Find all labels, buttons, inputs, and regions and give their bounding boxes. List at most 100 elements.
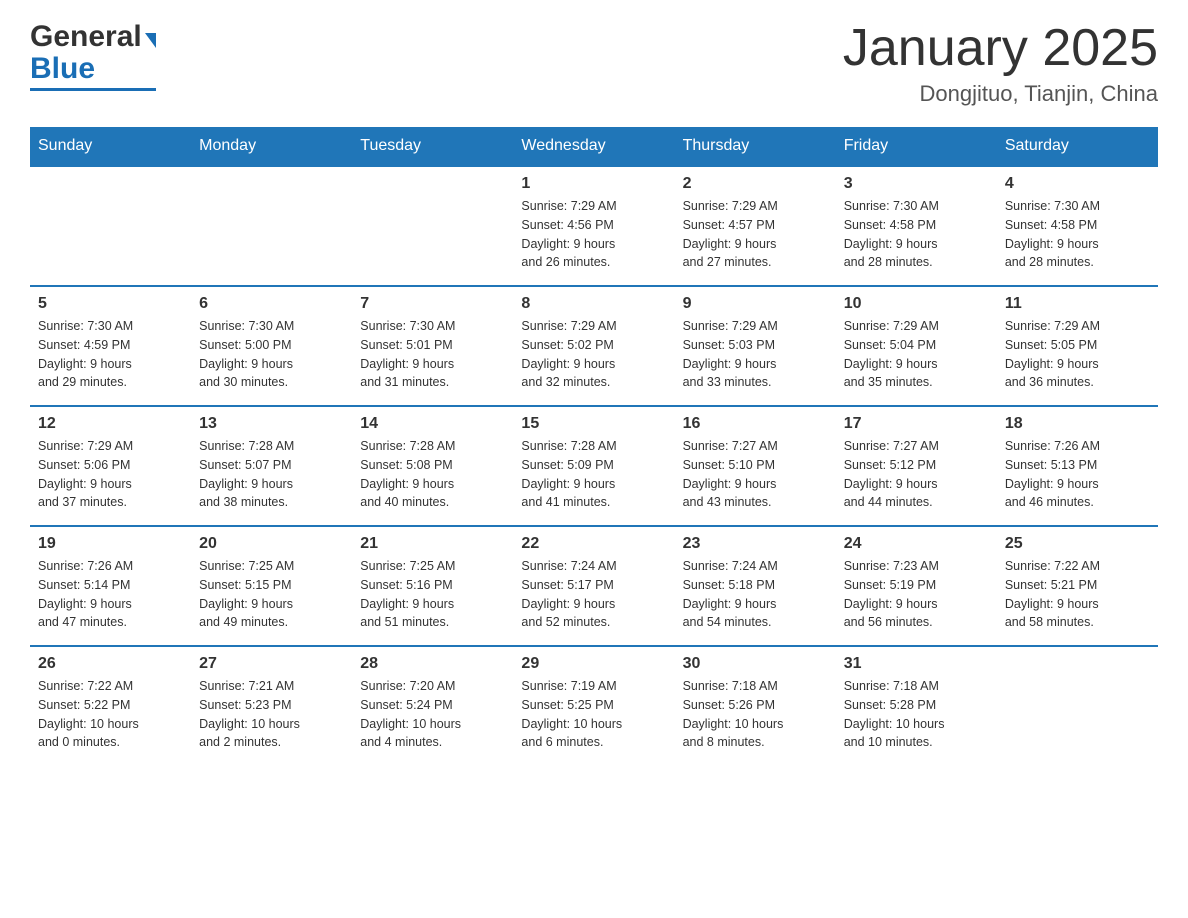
day-info: Sunrise: 7:21 AM Sunset: 5:23 PM Dayligh… (199, 677, 344, 752)
day-number: 9 (683, 295, 828, 313)
header-day-sunday: Sunday (30, 127, 191, 166)
calendar-cell (997, 646, 1158, 766)
calendar-cell: 4Sunrise: 7:30 AM Sunset: 4:58 PM Daylig… (997, 166, 1158, 286)
logo-blue-text: Blue (30, 52, 156, 86)
day-info: Sunrise: 7:30 AM Sunset: 5:01 PM Dayligh… (360, 317, 505, 392)
calendar-cell: 15 Sunrise: 7:28 AM Sunset: 5:09 PM Dayli… (513, 406, 674, 526)
day-info: Sunrise: 7:28 AM Sunset: 5:07 PM Dayligh… (199, 437, 344, 512)
day-info: Sunrise: 7:29 AM Sunset: 5:03 PM Dayligh… (683, 317, 828, 392)
week-row-3: 12 Sunrise: 7:29 AM Sunset: 5:06 PM Dayli… (30, 406, 1158, 526)
calendar-cell: 11 Sunrise: 7:29 AM Sunset: 5:05 PM Dayli… (997, 286, 1158, 406)
calendar-cell: 10 Sunrise: 7:29 AM Sunset: 5:04 PM Dayli… (836, 286, 997, 406)
day-info: Sunrise: 7:29 AM Sunset: 5:05 PM Dayligh… (1005, 317, 1150, 392)
calendar-cell: 31 Sunrise: 7:18 AM Sunset: 5:28 PM Dayli… (836, 646, 997, 766)
calendar-cell: 20Sunrise: 7:25 AM Sunset: 5:15 PM Dayli… (191, 526, 352, 646)
day-number: 24 (844, 535, 989, 553)
calendar-cell: 9 Sunrise: 7:29 AM Sunset: 5:03 PM Daylig… (675, 286, 836, 406)
calendar-cell: 6 Sunrise: 7:30 AM Sunset: 5:00 PM Daylig… (191, 286, 352, 406)
day-info: Sunrise: 7:30 AM Sunset: 4:59 PM Dayligh… (38, 317, 183, 392)
day-info: Sunrise: 7:19 AM Sunset: 5:25 PM Dayligh… (521, 677, 666, 752)
calendar-cell (30, 166, 191, 286)
header-day-thursday: Thursday (675, 127, 836, 166)
month-title: January 2025 (843, 20, 1158, 77)
day-number: 31 (844, 655, 989, 673)
day-info: Sunrise: 7:24 AM Sunset: 5:18 PM Dayligh… (683, 557, 828, 632)
day-info: Sunrise: 7:18 AM Sunset: 5:26 PM Dayligh… (683, 677, 828, 752)
day-info: Sunrise: 7:29 AM Sunset: 5:02 PM Dayligh… (521, 317, 666, 392)
calendar-cell: 13 Sunrise: 7:28 AM Sunset: 5:07 PM Dayli… (191, 406, 352, 526)
day-info: Sunrise: 7:25 AM Sunset: 5:16 PM Dayligh… (360, 557, 505, 632)
location-subtitle: Dongjituo, Tianjin, China (843, 81, 1158, 107)
day-number: 12 (38, 415, 183, 433)
day-info: Sunrise: 7:29 AM Sunset: 4:56 PM Dayligh… (521, 197, 666, 272)
day-info: Sunrise: 7:26 AM Sunset: 5:14 PM Dayligh… (38, 557, 183, 632)
calendar-cell: 18Sunrise: 7:26 AM Sunset: 5:13 PM Dayli… (997, 406, 1158, 526)
week-row-4: 19 Sunrise: 7:26 AM Sunset: 5:14 PM Dayli… (30, 526, 1158, 646)
day-number: 2 (683, 175, 828, 193)
calendar-cell: 26 Sunrise: 7:22 AM Sunset: 5:22 PM Dayli… (30, 646, 191, 766)
day-number: 7 (360, 295, 505, 313)
day-info: Sunrise: 7:30 AM Sunset: 5:00 PM Dayligh… (199, 317, 344, 392)
header-day-tuesday: Tuesday (352, 127, 513, 166)
calendar-cell: 8 Sunrise: 7:29 AM Sunset: 5:02 PM Daylig… (513, 286, 674, 406)
day-info: Sunrise: 7:22 AM Sunset: 5:22 PM Dayligh… (38, 677, 183, 752)
calendar-cell: 7 Sunrise: 7:30 AM Sunset: 5:01 PM Daylig… (352, 286, 513, 406)
day-number: 27 (199, 655, 344, 673)
calendar-cell: 5 Sunrise: 7:30 AM Sunset: 4:59 PM Daylig… (30, 286, 191, 406)
day-number: 23 (683, 535, 828, 553)
calendar-body: 1 Sunrise: 7:29 AM Sunset: 4:56 PM Daylig… (30, 166, 1158, 766)
calendar-cell: 17Sunrise: 7:27 AM Sunset: 5:12 PM Dayli… (836, 406, 997, 526)
week-row-5: 26 Sunrise: 7:22 AM Sunset: 5:22 PM Dayli… (30, 646, 1158, 766)
calendar-cell: 3 Sunrise: 7:30 AM Sunset: 4:58 PM Daylig… (836, 166, 997, 286)
day-info: Sunrise: 7:25 AM Sunset: 5:15 PM Dayligh… (199, 557, 344, 632)
page-header: General Blue January 2025 Dongjituo, Tia… (30, 20, 1158, 107)
day-number: 11 (1005, 295, 1150, 313)
calendar-cell: 28Sunrise: 7:20 AM Sunset: 5:24 PM Dayli… (352, 646, 513, 766)
day-info: Sunrise: 7:29 AM Sunset: 4:57 PM Dayligh… (683, 197, 828, 272)
day-number: 19 (38, 535, 183, 553)
calendar-cell: 19 Sunrise: 7:26 AM Sunset: 5:14 PM Dayli… (30, 526, 191, 646)
day-info: Sunrise: 7:23 AM Sunset: 5:19 PM Dayligh… (844, 557, 989, 632)
calendar-cell: 12 Sunrise: 7:29 AM Sunset: 5:06 PM Dayli… (30, 406, 191, 526)
day-info: Sunrise: 7:28 AM Sunset: 5:09 PM Dayligh… (521, 437, 666, 512)
day-number: 3 (844, 175, 989, 193)
day-number: 6 (199, 295, 344, 313)
header-day-friday: Friday (836, 127, 997, 166)
day-number: 15 (521, 415, 666, 433)
day-number: 8 (521, 295, 666, 313)
calendar-table: SundayMondayTuesdayWednesdayThursdayFrid… (30, 127, 1158, 766)
day-info: Sunrise: 7:22 AM Sunset: 5:21 PM Dayligh… (1005, 557, 1150, 632)
header-day-saturday: Saturday (997, 127, 1158, 166)
calendar-cell: 22Sunrise: 7:24 AM Sunset: 5:17 PM Dayli… (513, 526, 674, 646)
logo: General Blue (30, 20, 156, 91)
calendar-cell: 30 Sunrise: 7:18 AM Sunset: 5:26 PM Dayli… (675, 646, 836, 766)
calendar-cell: 2 Sunrise: 7:29 AM Sunset: 4:57 PM Daylig… (675, 166, 836, 286)
day-info: Sunrise: 7:29 AM Sunset: 5:06 PM Dayligh… (38, 437, 183, 512)
week-row-2: 5 Sunrise: 7:30 AM Sunset: 4:59 PM Daylig… (30, 286, 1158, 406)
calendar-cell: 29Sunrise: 7:19 AM Sunset: 5:25 PM Dayli… (513, 646, 674, 766)
day-number: 21 (360, 535, 505, 553)
calendar-cell: 25 Sunrise: 7:22 AM Sunset: 5:21 PM Dayli… (997, 526, 1158, 646)
day-info: Sunrise: 7:27 AM Sunset: 5:12 PM Dayligh… (844, 437, 989, 512)
day-number: 30 (683, 655, 828, 673)
calendar-cell (191, 166, 352, 286)
day-number: 22 (521, 535, 666, 553)
day-number: 4 (1005, 175, 1150, 193)
header-day-wednesday: Wednesday (513, 127, 674, 166)
day-number: 1 (521, 175, 666, 193)
day-info: Sunrise: 7:29 AM Sunset: 5:04 PM Dayligh… (844, 317, 989, 392)
day-number: 26 (38, 655, 183, 673)
day-info: Sunrise: 7:18 AM Sunset: 5:28 PM Dayligh… (844, 677, 989, 752)
logo-general-text: General (30, 20, 156, 54)
calendar-cell: 16Sunrise: 7:27 AM Sunset: 5:10 PM Dayli… (675, 406, 836, 526)
title-section: January 2025 Dongjituo, Tianjin, China (843, 20, 1158, 107)
day-number: 5 (38, 295, 183, 313)
day-number: 28 (360, 655, 505, 673)
day-info: Sunrise: 7:30 AM Sunset: 4:58 PM Dayligh… (844, 197, 989, 272)
day-number: 18 (1005, 415, 1150, 433)
calendar-cell: 23 Sunrise: 7:24 AM Sunset: 5:18 PM Dayli… (675, 526, 836, 646)
day-number: 10 (844, 295, 989, 313)
day-number: 25 (1005, 535, 1150, 553)
calendar-header: SundayMondayTuesdayWednesdayThursdayFrid… (30, 127, 1158, 166)
day-number: 13 (199, 415, 344, 433)
